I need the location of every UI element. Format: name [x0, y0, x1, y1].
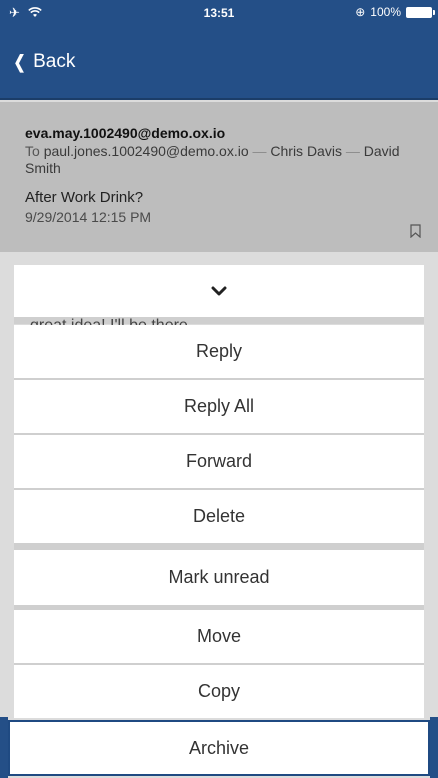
- mail-header: eva.may.1002490@demo.ox.io To paul.jones…: [0, 102, 438, 252]
- chevron-down-icon: [211, 286, 227, 295]
- archive-button[interactable]: Archive: [8, 720, 430, 776]
- mail-subject: After Work Drink?: [25, 189, 144, 206]
- sheet-gap: [14, 543, 424, 550]
- back-button[interactable]: ❮ Back: [12, 47, 76, 77]
- recipient-2[interactable]: Chris Davis: [270, 143, 342, 159]
- sender[interactable]: eva.may.1002490@demo.ox.io: [25, 125, 413, 141]
- reply-button[interactable]: Reply: [14, 325, 424, 378]
- chevron-left-icon: ❮: [13, 51, 26, 72]
- orientation-lock-icon: ⊕: [355, 5, 366, 19]
- mark-unread-button[interactable]: Mark unread: [14, 550, 424, 605]
- navigation-bar: ✈ 13:51 ⊕ 100% ❮ Back: [0, 0, 438, 100]
- bookmark-icon[interactable]: [410, 224, 421, 238]
- reply-all-button[interactable]: Reply All: [14, 380, 424, 433]
- recipients: To paul.jones.1002490@demo.ox.io — Chris…: [25, 143, 415, 177]
- separator: —: [345, 143, 364, 159]
- collapse-sheet-button[interactable]: [14, 265, 424, 317]
- status-bar: ✈ 13:51 ⊕ 100%: [0, 0, 438, 24]
- mail-date: 9/29/2014 12:15 PM: [25, 209, 152, 225]
- separator: —: [252, 143, 271, 159]
- battery-percent: 100%: [370, 5, 401, 19]
- delete-button[interactable]: Delete: [14, 490, 424, 543]
- status-right: ⊕ 100%: [355, 5, 435, 19]
- left-edge: [0, 717, 8, 778]
- recipient-1[interactable]: paul.jones.1002490@demo.ox.io: [44, 143, 249, 159]
- battery-icon: [406, 6, 435, 18]
- back-label: Back: [33, 51, 76, 72]
- to-label: To: [25, 143, 40, 159]
- forward-button[interactable]: Forward: [14, 435, 424, 488]
- move-button[interactable]: Move: [14, 610, 424, 663]
- right-edge: [430, 717, 438, 778]
- copy-button[interactable]: Copy: [14, 665, 424, 718]
